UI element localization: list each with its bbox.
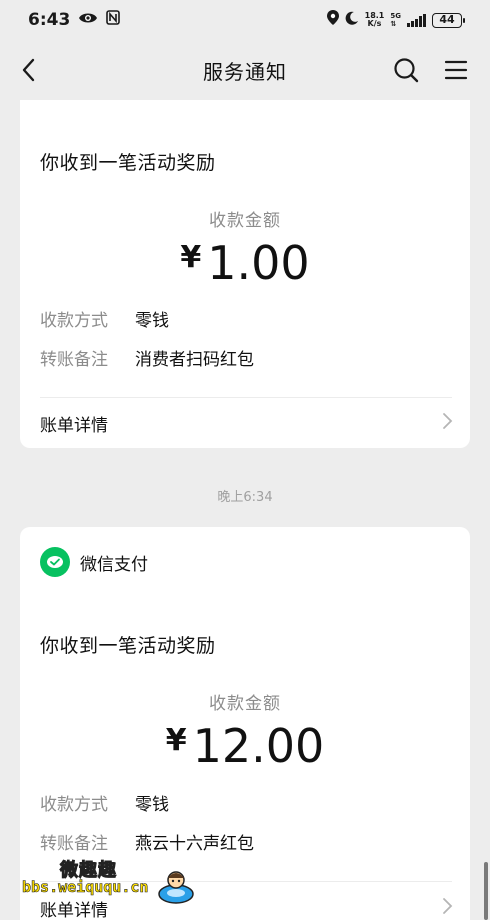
nfc-icon (106, 10, 121, 30)
transfer-note-row: 转账备注 燕云十六声红包 (40, 829, 254, 854)
scrollbar[interactable] (484, 862, 488, 920)
network-label: 5G (390, 12, 401, 20)
amount-label: 收款金额 (209, 694, 281, 714)
chevron-right-icon (442, 412, 454, 435)
status-left: 6:43 (28, 10, 121, 30)
divider (40, 397, 452, 398)
moon-icon (345, 10, 359, 30)
watermark: 微趣趣 bbs.weiququ.cn (22, 856, 202, 908)
payment-method-value: 零钱 (135, 311, 169, 331)
speed-unit: K/s (367, 19, 382, 28)
bill-details-link[interactable]: 账单详情 (40, 406, 454, 440)
transfer-note-value: 燕云十六声红包 (135, 834, 254, 854)
message-timestamp: 晚上6:34 (217, 490, 273, 505)
notification-card: 你收到一笔活动奖励 收款金额 ¥1.00 收款方式 零钱 转账备注 消费者扫码红… (20, 100, 470, 448)
status-bar: 6:43 18.1 K/s 5G ⇅ 44 (0, 0, 490, 40)
currency-symbol: ¥ (165, 723, 187, 758)
network-type: 5G ⇅ (390, 12, 401, 28)
chevron-right-icon (442, 897, 454, 920)
eye-icon (78, 10, 98, 30)
amount: ¥12.00 (20, 719, 470, 773)
status-time: 6:43 (28, 10, 71, 30)
signal-icon (407, 13, 426, 27)
menu-icon[interactable] (442, 56, 470, 84)
nav-bar: 服务通知 (0, 44, 490, 96)
notification-title: 你收到一笔活动奖励 (40, 152, 216, 174)
transfer-note-label: 转账备注 (40, 350, 108, 370)
payment-method-row: 收款方式 零钱 (40, 306, 169, 331)
amount-label: 收款金额 (209, 211, 281, 231)
payment-method-label: 收款方式 (40, 795, 108, 815)
network-speed: 18.1 K/s (365, 12, 385, 28)
payment-method-value: 零钱 (135, 795, 169, 815)
wechat-pay-icon (40, 547, 70, 577)
location-icon (326, 10, 339, 30)
sender-name: 微信支付 (80, 554, 148, 575)
card-header: 微信支付 (40, 547, 148, 577)
currency-symbol: ¥ (180, 240, 202, 275)
notification-title: 你收到一笔活动奖励 (40, 635, 216, 657)
page-title: 服务通知 (203, 59, 287, 84)
transfer-note-row: 转账备注 消费者扫码红包 (40, 345, 254, 370)
payment-method-label: 收款方式 (40, 311, 108, 331)
status-right: 18.1 K/s 5G ⇅ 44 (326, 10, 465, 30)
battery-indicator: 44 (432, 12, 465, 28)
watermark-url: bbs.weiququ.cn (22, 878, 149, 897)
amount-value: 1.00 (207, 236, 310, 290)
payment-method-row: 收款方式 零钱 (40, 790, 169, 815)
transfer-note-value: 消费者扫码红包 (135, 350, 254, 370)
bill-details-label: 账单详情 (40, 415, 108, 436)
amount: ¥1.00 (20, 236, 470, 290)
chevron-left-icon[interactable] (16, 56, 44, 84)
mascot-icon (156, 866, 196, 906)
transfer-note-label: 转账备注 (40, 834, 108, 854)
search-icon[interactable] (392, 56, 420, 84)
amount-value: 12.00 (192, 719, 325, 773)
data-arrows-icon: ⇅ (390, 20, 397, 28)
